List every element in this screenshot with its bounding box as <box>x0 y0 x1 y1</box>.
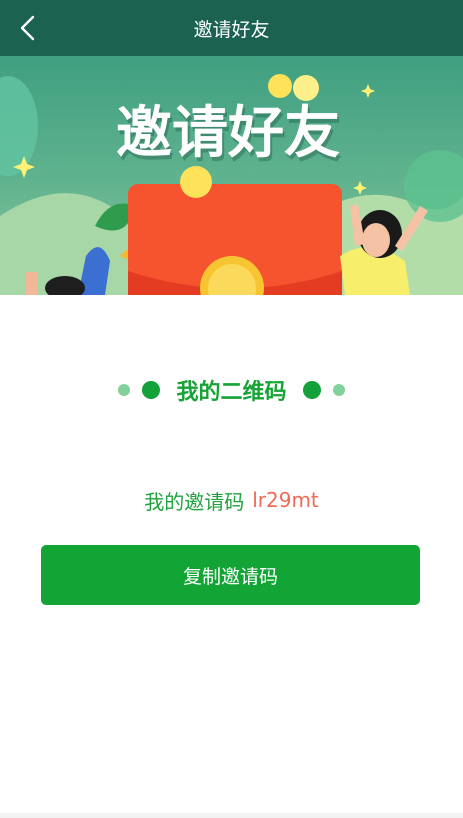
decor-dot <box>302 381 321 399</box>
decor-dot <box>142 381 161 399</box>
decor-dot <box>332 384 345 396</box>
invite-code-row: 我的邀请码 lr29mt <box>0 484 463 516</box>
back-button[interactable] <box>10 10 46 46</box>
qr-section-title: 我的二维码 <box>176 380 287 405</box>
invite-banner-image: 邀请好友 邀请好友 <box>0 56 463 295</box>
invite-code-value: lr29mt <box>252 488 319 512</box>
bottom-divider <box>0 813 463 818</box>
decor-dot <box>118 384 131 396</box>
top-nav-bar: 邀请好友 <box>0 0 463 56</box>
invite-code-label: 我的邀请码 <box>144 489 245 514</box>
copy-invite-code-button[interactable]: 复制邀请码 <box>41 545 420 605</box>
qr-section-heading: 我的二维码 <box>0 368 463 412</box>
page-title: 邀请好友 <box>193 18 270 41</box>
chevron-left-icon <box>20 15 35 41</box>
banner-headline: 邀请好友 <box>116 101 340 166</box>
